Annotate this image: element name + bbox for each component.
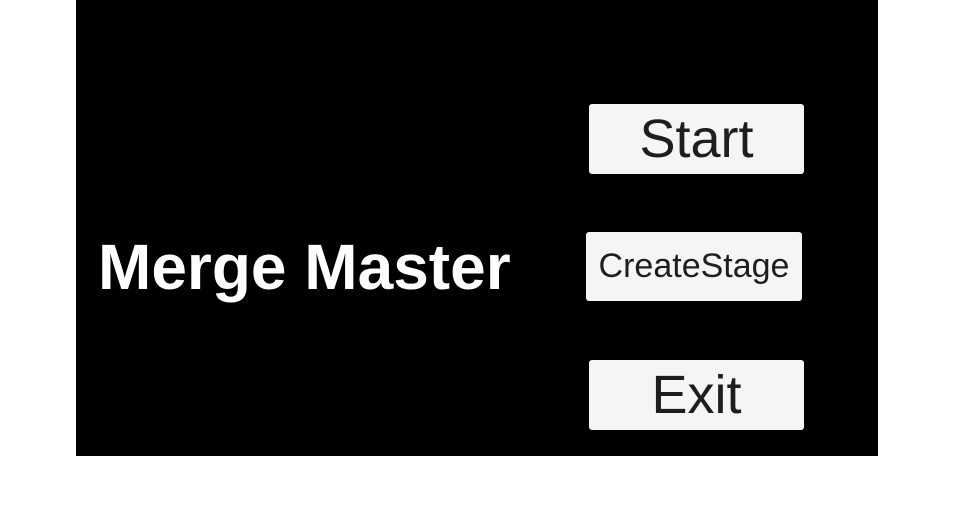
create-stage-button[interactable]: CreateStage	[586, 232, 802, 301]
exit-button[interactable]: Exit	[589, 360, 804, 430]
game-title: Merge Master	[98, 231, 511, 303]
game-screen: Merge Master Start CreateStage Exit	[76, 0, 878, 456]
start-button[interactable]: Start	[589, 104, 804, 174]
exit-button-label: Exit	[651, 365, 742, 425]
page: Merge Master Start CreateStage Exit	[0, 0, 954, 532]
start-button-label: Start	[639, 109, 754, 169]
create-stage-button-label: CreateStage	[598, 247, 790, 285]
